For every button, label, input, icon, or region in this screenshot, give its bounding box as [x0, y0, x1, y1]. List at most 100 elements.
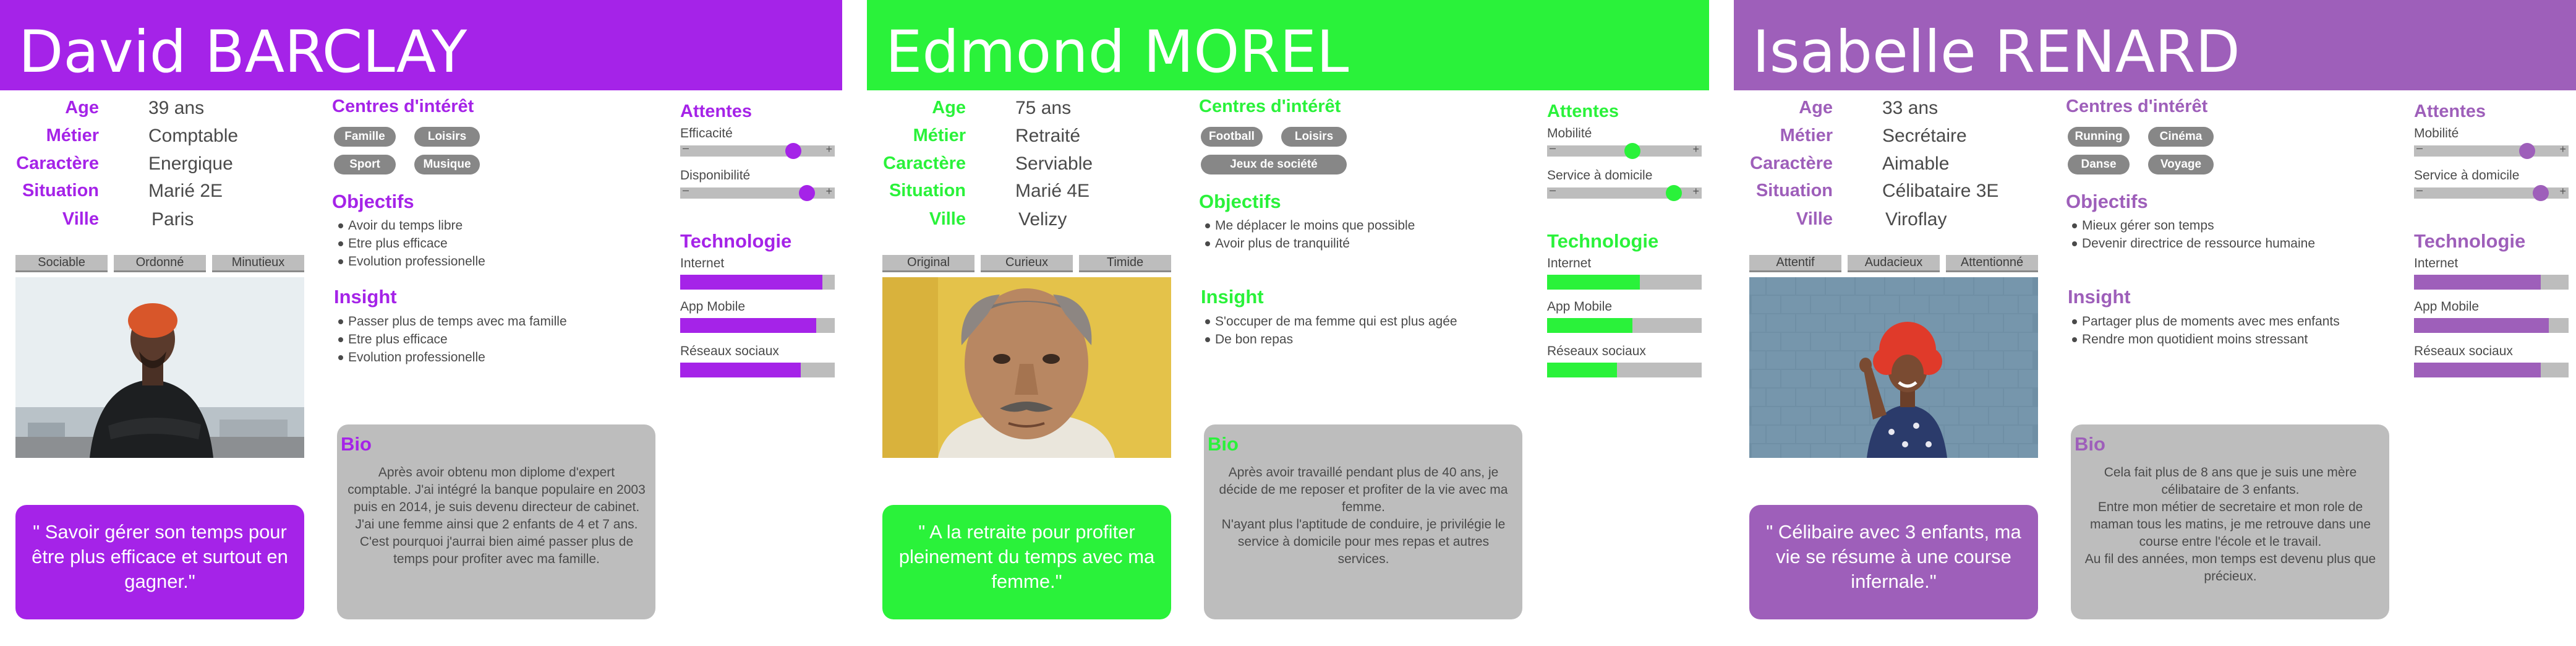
slider-handle[interactable]	[1624, 143, 1640, 159]
woman-with-red-curly-hair-photo	[1749, 277, 2038, 458]
persona-quote: " Savoir gérer son temps pour être plus …	[15, 505, 304, 619]
minus-icon[interactable]: –	[683, 184, 689, 197]
insight-title: Insight	[334, 286, 397, 308]
interest-tag: Jeux de société	[1201, 155, 1347, 174]
technology-bar	[1547, 275, 1702, 290]
plus-icon[interactable]: +	[825, 185, 832, 198]
interest-tag: Football	[1201, 127, 1263, 147]
objective-item: Evolution professionelle	[337, 252, 485, 270]
insight-item: S'occuper de ma femme qui est plus agée	[1204, 312, 1457, 330]
slider-handle[interactable]	[799, 185, 815, 201]
technology-label: App Mobile	[680, 299, 746, 314]
slider-handle[interactable]	[2533, 185, 2549, 201]
expectation-slider[interactable]: – +	[2414, 142, 2569, 159]
expectation-label: Mobilité	[2414, 126, 2459, 140]
technology-label: Internet	[1547, 256, 1592, 270]
minus-icon[interactable]: –	[1550, 184, 1556, 197]
expectation-label: Disponibilité	[680, 168, 751, 183]
insight-item: Partager plus de moments avec mes enfant…	[2071, 312, 2340, 330]
objectives-title: Objectifs	[1199, 191, 1281, 212]
slider-handle[interactable]	[2518, 143, 2535, 159]
plus-icon[interactable]: +	[1692, 143, 1699, 156]
technology-bar-fill	[2414, 363, 2541, 377]
expectation-slider[interactable]: – +	[1547, 184, 1702, 201]
plus-icon[interactable]: +	[1692, 185, 1699, 198]
trait-tab: Timide	[1079, 255, 1171, 272]
info-value: Comptable	[148, 126, 239, 146]
slider-handle[interactable]	[785, 143, 801, 159]
technology-label: App Mobile	[1547, 299, 1613, 314]
info-label: Caractère	[1750, 153, 1833, 173]
plus-icon[interactable]: +	[2559, 143, 2566, 156]
plus-icon[interactable]: +	[825, 143, 832, 156]
info-value: Paris	[151, 209, 194, 230]
insight-item: De bon repas	[1204, 330, 1457, 348]
info-value: Aimable	[1882, 153, 1950, 174]
expectations-title: Attentes	[680, 101, 753, 121]
bio-text: Après avoir obtenu mon diplome d'expert …	[348, 465, 646, 566]
interest-tag: Famille	[334, 127, 396, 147]
persona-name: David BARCLAY	[19, 19, 467, 86]
bio-card: Bio Après avoir obtenu mon diplome d'expe…	[337, 424, 655, 619]
bio-text: Après avoir travaillé pendant plus de 40…	[1219, 465, 1508, 566]
minus-icon[interactable]: –	[683, 142, 689, 155]
interest-tag: Musique	[414, 155, 480, 174]
technology-title: Technologie	[1547, 230, 1659, 252]
technology-label: App Mobile	[2414, 299, 2480, 314]
technology-bar-fill	[1547, 275, 1640, 290]
technology-bar	[2414, 363, 2569, 377]
info-label: Age	[65, 98, 99, 118]
technology-bar-fill	[680, 318, 816, 333]
interest-tag: Cinéma	[2148, 127, 2214, 147]
interests-title: Centres d'intérêt	[332, 97, 474, 116]
insight-item: Etre plus efficace	[337, 330, 567, 348]
technology-label: Réseaux sociaux	[680, 344, 779, 358]
info-value: Viroflay	[1885, 209, 1947, 230]
interest-tag: Voyage	[2148, 155, 2214, 174]
expectation-label: Service à domicile	[2414, 168, 2520, 183]
trait-tab: Original	[882, 255, 975, 272]
technology-title: Technologie	[2414, 230, 2526, 252]
objective-item: Etre plus efficace	[337, 235, 485, 252]
objective-item: Me déplacer le moins que possible	[1204, 217, 1415, 235]
info-label: Ville	[1796, 209, 1833, 229]
objective-item: Avoir plus de tranquilité	[1204, 235, 1415, 252]
bio-title: Bio	[2075, 433, 2105, 455]
technology-bar-fill	[2414, 275, 2541, 290]
minus-icon[interactable]: –	[1550, 142, 1556, 155]
minus-icon[interactable]: –	[2416, 142, 2423, 155]
technology-bar	[1547, 363, 1702, 377]
trait-tab: Attentionné	[1946, 255, 2038, 272]
technology-bar	[2414, 275, 2569, 290]
interest-tag: Loisirs	[1281, 127, 1347, 147]
insight-list: S'occuper de ma femme qui est plus agée D…	[1204, 312, 1457, 348]
technology-label: Internet	[2414, 256, 2459, 270]
info-value: Serviable	[1015, 153, 1093, 174]
bio-card: Bio Cela fait plus de 8 ans que je suis u…	[2071, 424, 2389, 619]
info-label: Métier	[913, 126, 966, 145]
technology-bar	[680, 318, 835, 333]
technology-bar-fill	[680, 275, 822, 290]
trait-tab: Ordonné	[114, 255, 206, 272]
info-value: Marié 4E	[1015, 181, 1090, 201]
objectives-list: Me déplacer le moins que possible Avoir p…	[1204, 217, 1415, 252]
expectation-slider[interactable]: – +	[680, 142, 835, 159]
plus-icon[interactable]: +	[2559, 185, 2566, 198]
minus-icon[interactable]: –	[2416, 184, 2423, 197]
interest-tag: Sport	[334, 155, 396, 174]
info-value: 75 ans	[1015, 98, 1072, 118]
slider-handle[interactable]	[1666, 185, 1682, 201]
trait-tab: Sociable	[15, 255, 108, 272]
objective-item: Mieux gérer son temps	[2071, 217, 2315, 235]
old-man-with-mustache-photo	[882, 277, 1171, 458]
insight-item: Passer plus de temps avec ma famille	[337, 312, 567, 330]
trait-bar: Sociable Ordonné Minutieux	[15, 255, 304, 272]
technology-label: Réseaux sociaux	[2414, 344, 2513, 358]
expectation-slider[interactable]: – +	[1547, 142, 1702, 159]
expectation-slider[interactable]: – +	[680, 184, 835, 201]
info-label: Situation	[22, 181, 99, 200]
persona-card: David BARCLAY Age 39 ans Métier Comptable Car…	[0, 0, 842, 646]
insight-item: Evolution professionelle	[337, 348, 567, 366]
expectation-slider[interactable]: – +	[2414, 184, 2569, 201]
technology-bar-fill	[1547, 318, 1632, 333]
